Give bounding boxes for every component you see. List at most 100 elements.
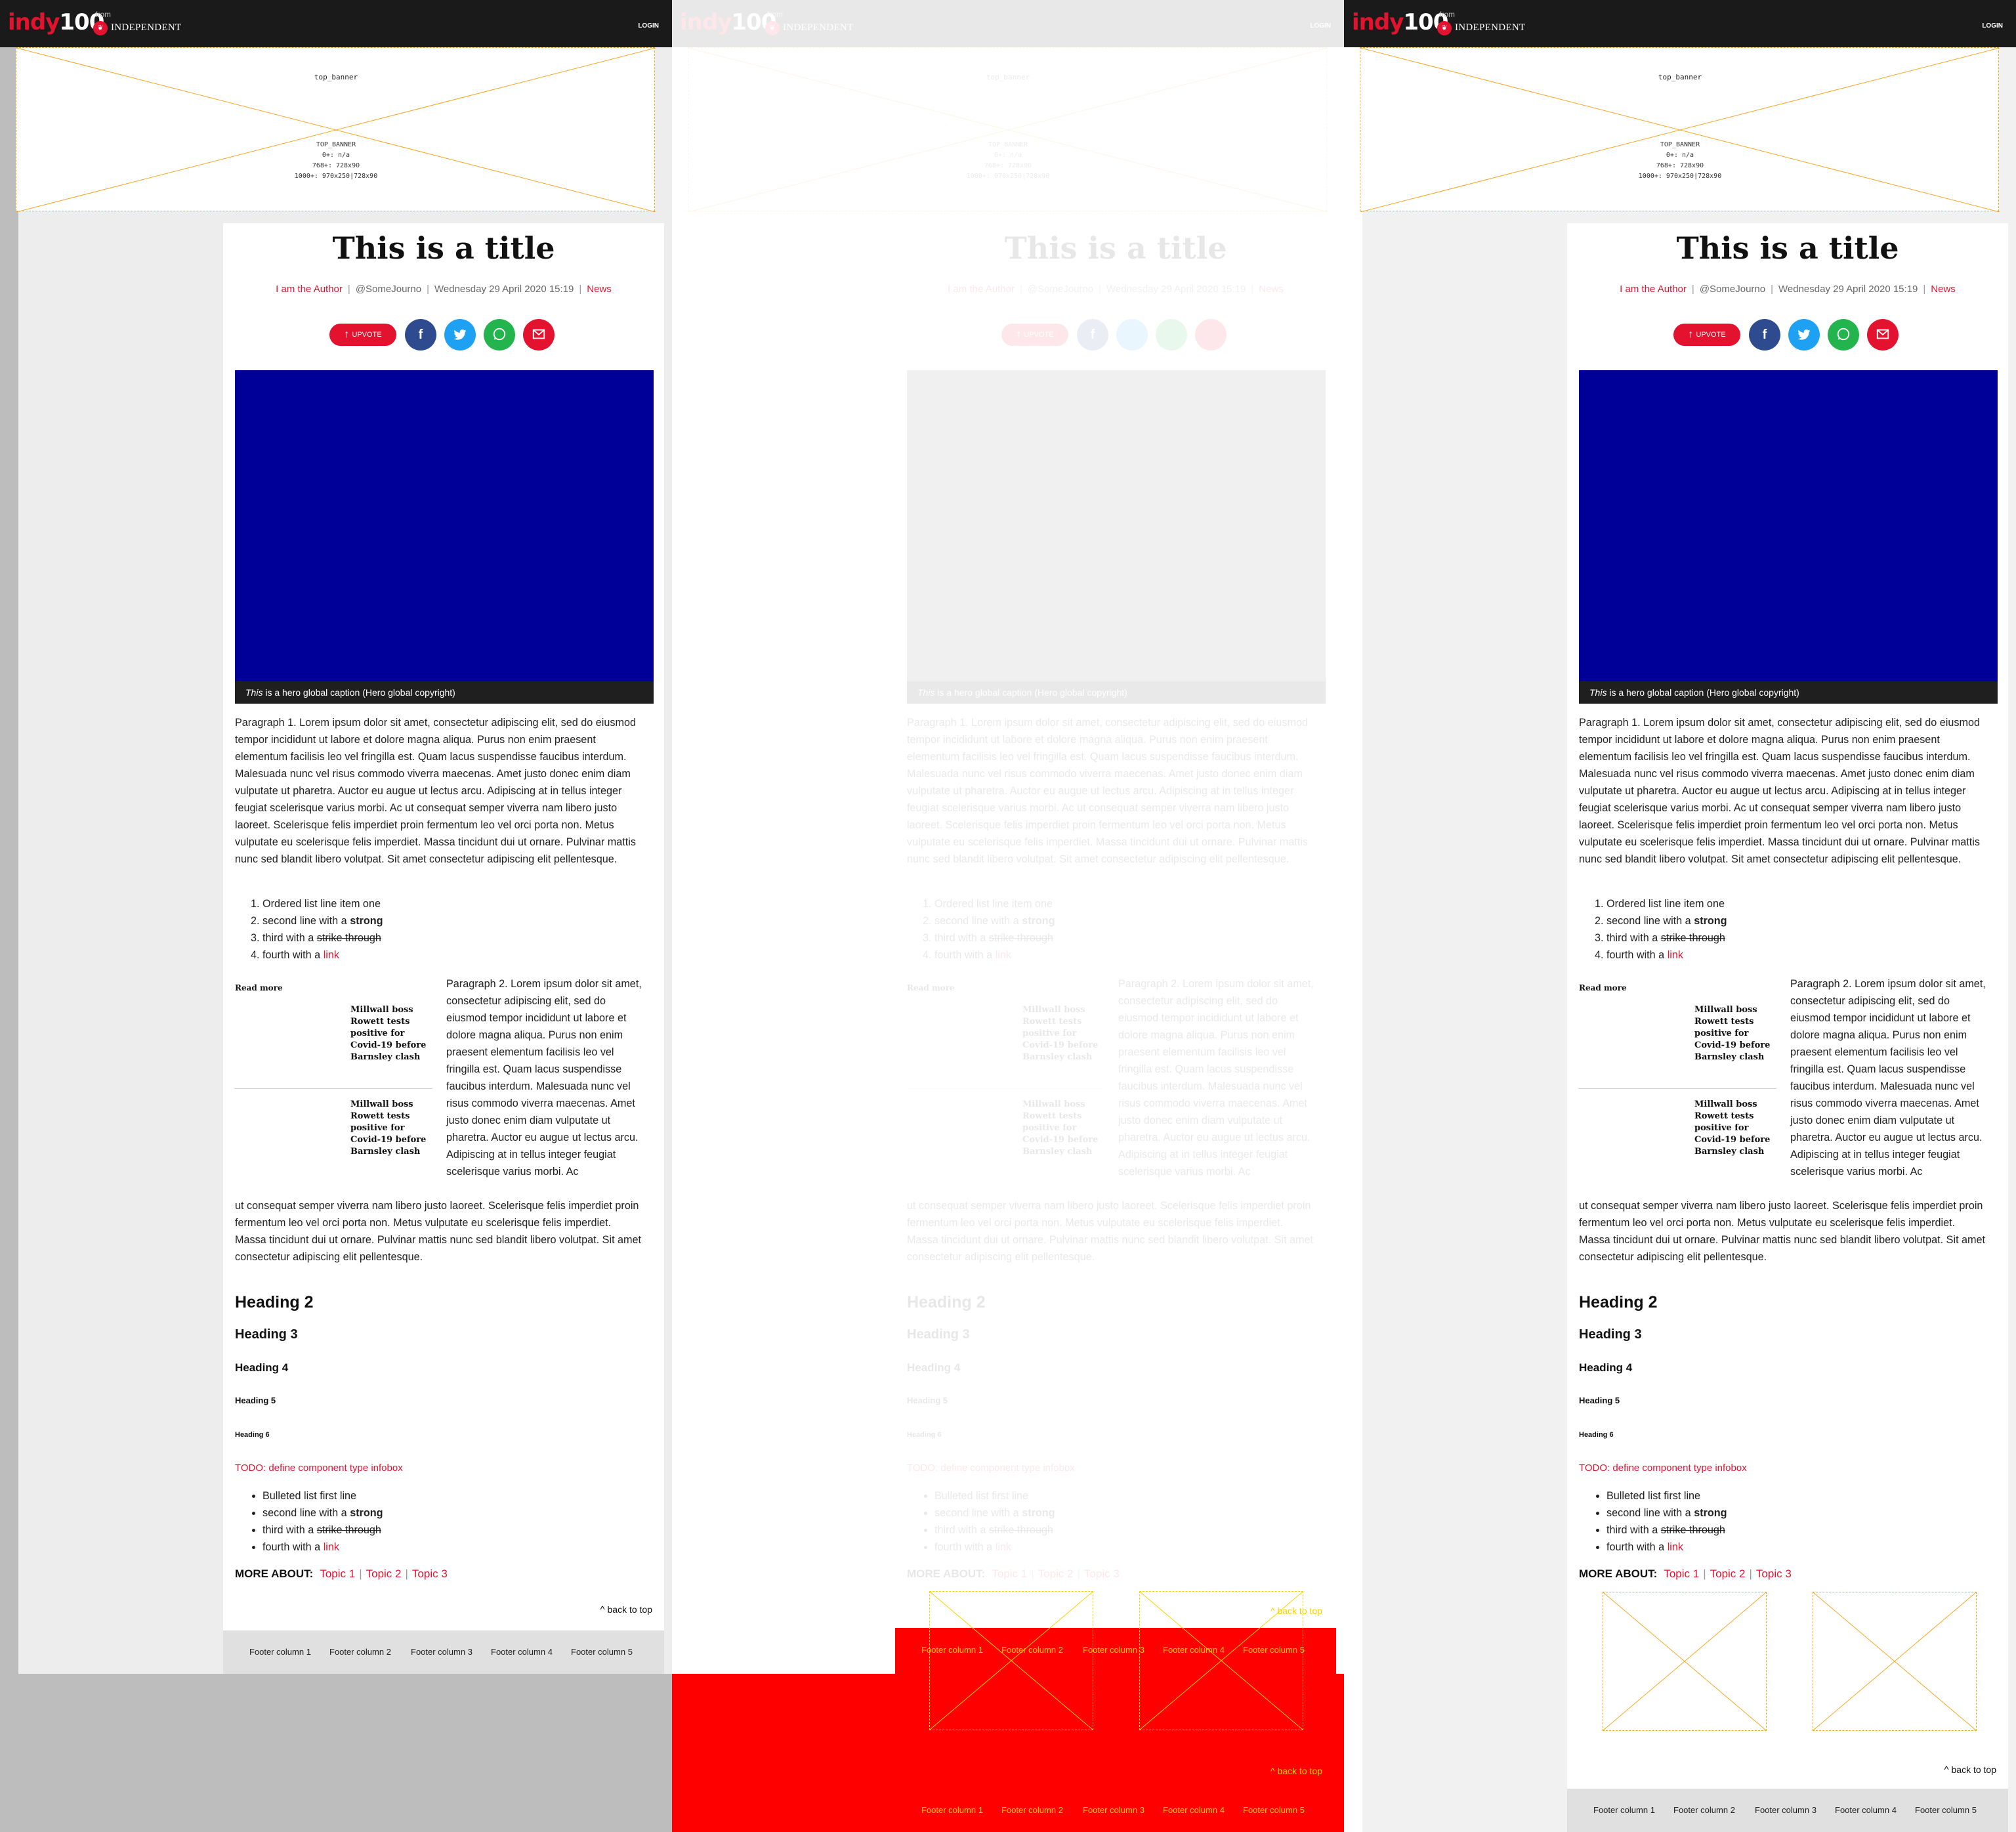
list-item: Ordered list line item one <box>1606 895 1986 912</box>
read-more-headline: Millwall boss Rowett tests positive for … <box>350 1099 427 1157</box>
whatsapp-icon[interactable] <box>484 319 515 351</box>
indy100-logo[interactable]: indy100 <box>8 9 104 35</box>
footer-column-3[interactable]: Footer column 3 <box>1755 1789 1816 1832</box>
footer-column-4[interactable]: Footer column 4 <box>1163 1805 1225 1815</box>
divider <box>235 1088 432 1089</box>
email-icon[interactable] <box>523 319 555 351</box>
article-title: This is a title <box>1676 230 1899 266</box>
topic-link-1[interactable]: Topic 1 <box>1664 1567 1699 1580</box>
upvote-button[interactable]: ↑UPVOTE <box>329 324 396 346</box>
list-item-text: third with a <box>1606 1524 1661 1536</box>
back-to-top-link[interactable]: ^ back to top <box>600 1604 652 1615</box>
footer-column-1[interactable]: Footer column 1 <box>921 1645 983 1655</box>
hero-caption: This is a hero global caption (Hero glob… <box>235 681 654 704</box>
email-icon[interactable] <box>1867 319 1899 351</box>
read-more-item[interactable]: Millwall boss Rowett tests positive for … <box>235 1004 432 1083</box>
footer-column-2[interactable]: Footer column 2 <box>1001 1645 1063 1655</box>
strikethrough-text: strike through <box>1660 932 1725 944</box>
topic-link-2[interactable]: Topic 2 <box>366 1567 402 1580</box>
more-about: MORE ABOUT:Topic 1|Topic 2|Topic 3 <box>1579 1567 1792 1581</box>
logo-text: indy <box>8 9 60 35</box>
section-link[interactable]: News <box>1931 284 1956 295</box>
upvote-button[interactable]: ↑UPVOTE <box>1673 324 1740 346</box>
byline-separator: | <box>347 284 350 295</box>
facebook-icon[interactable]: f <box>405 319 436 351</box>
list-item: fourth with a link <box>1606 1539 1986 1556</box>
footer-column-5[interactable]: Footer column 5 <box>1243 1805 1305 1815</box>
read-more-item[interactable]: Millwall boss Rowett tests positive for … <box>1579 1004 1776 1083</box>
topic-link-3[interactable]: Topic 3 <box>1756 1567 1792 1580</box>
author-handle[interactable]: @SomeJourno <box>356 284 421 295</box>
topic-link-1[interactable]: Topic 1 <box>320 1567 355 1580</box>
list-item-text: third with a <box>262 1524 317 1536</box>
footer-column-4[interactable]: Footer column 4 <box>1835 1789 1897 1832</box>
login-link[interactable]: LOGIN <box>1982 22 2003 30</box>
footer-column-5[interactable]: Footer column 5 <box>571 1630 633 1674</box>
list-item: third with a strike through <box>1606 1522 1986 1539</box>
ad-placeholder <box>1603 1592 1767 1731</box>
comparison-stage: indy100 from ❦ INDEPENDENT LOGIN top_ban… <box>0 0 2016 1832</box>
author-handle[interactable]: @SomeJourno <box>1700 284 1765 295</box>
back-to-top-link[interactable]: ^ back to top <box>1270 1766 1322 1776</box>
ad-size-info: TOP_BANNER 0+: n/a 768+: 728x90 1000+: 9… <box>16 140 656 182</box>
page: indy100 from ❦ INDEPENDENT LOGIN top_ban… <box>0 0 672 1832</box>
chevron-up-icon: ^ <box>1270 1766 1278 1776</box>
footer-column-3[interactable]: Footer column 3 <box>411 1630 472 1674</box>
footer-column-2[interactable]: Footer column 2 <box>329 1630 391 1674</box>
section-link[interactable]: News <box>587 284 612 295</box>
back-to-top-label: back to top <box>1277 1766 1322 1776</box>
inline-link[interactable]: link <box>324 949 339 961</box>
topic-separator: | <box>359 1567 362 1580</box>
back-to-top-link[interactable]: ^ back to top <box>1270 1606 1322 1616</box>
login-link[interactable]: LOGIN <box>638 22 659 30</box>
topic-link-2[interactable]: Topic 2 <box>1710 1567 1746 1580</box>
article-title: This is a title <box>332 230 555 266</box>
topic-link-3[interactable]: Topic 3 <box>412 1567 448 1580</box>
ad-slot-name: top_banner <box>314 73 358 81</box>
indy100-logo[interactable]: indy100 <box>1352 9 1448 35</box>
inline-link[interactable]: link <box>1668 1541 1683 1553</box>
inline-link[interactable]: link <box>324 1541 339 1553</box>
list-item: fourth with a link <box>262 947 642 964</box>
footer-column-3[interactable]: Footer column 3 <box>1083 1805 1144 1815</box>
read-more-item[interactable]: Millwall boss Rowett tests positive for … <box>1579 1099 1776 1178</box>
independent-eagle-icon: ❦ <box>1437 21 1452 35</box>
footer-column-1[interactable]: Footer column 1 <box>921 1805 983 1815</box>
list-item: Bulleted list first line <box>262 1487 642 1504</box>
ad-info-line: 768+: 728x90 <box>1656 162 1704 169</box>
footer-column-4[interactable]: Footer column 4 <box>1163 1645 1225 1655</box>
author-link[interactable]: I am the Author <box>276 284 343 295</box>
strong-text: strong <box>1694 1507 1727 1519</box>
read-more-box: Read more Millwall boss Rowett tests pos… <box>1579 983 1776 1157</box>
footer-column-4[interactable]: Footer column 4 <box>491 1630 553 1674</box>
author-link[interactable]: I am the Author <box>1620 284 1687 295</box>
panel-current: indy100 from ❦ INDEPENDENT LOGIN top_ban… <box>1344 0 2016 1832</box>
byline: I am the Author | @SomeJourno | Wednesday 29… <box>1567 284 2008 295</box>
site-footer: Footer column 1 Footer column 2 Footer c… <box>223 1630 664 1674</box>
footer-column-5[interactable]: Footer column 5 <box>1915 1789 1977 1832</box>
more-about: MORE ABOUT:Topic 1|Topic 2|Topic 3 <box>235 1567 448 1581</box>
twitter-icon[interactable] <box>1788 319 1820 351</box>
footer-column-1[interactable]: Footer column 1 <box>249 1630 311 1674</box>
footer-column-5[interactable]: Footer column 5 <box>1243 1645 1305 1655</box>
inline-link[interactable]: link <box>1668 949 1683 961</box>
ordered-list: Ordered list line item one second line w… <box>1579 895 1986 964</box>
heading-4: Heading 4 <box>235 1361 289 1374</box>
back-to-top-link[interactable]: ^ back to top <box>1944 1764 1996 1776</box>
twitter-icon[interactable] <box>444 319 476 351</box>
byline-separator: | <box>427 284 429 295</box>
bulleted-list: Bulleted list first line second line wit… <box>1579 1487 1986 1556</box>
byline-separator: | <box>1771 284 1773 295</box>
footer-column-2[interactable]: Footer column 2 <box>1673 1789 1735 1832</box>
footer-column-1[interactable]: Footer column 1 <box>1593 1789 1655 1832</box>
facebook-icon[interactable]: f <box>1749 319 1780 351</box>
caption-emphasis: This <box>1589 687 1607 698</box>
footer-column-2[interactable]: Footer column 2 <box>1001 1805 1063 1815</box>
ad-info-line: TOP_BANNER <box>316 141 356 148</box>
footer-column-3[interactable]: Footer column 3 <box>1083 1645 1144 1655</box>
ordered-list: Ordered list line item one second line w… <box>235 895 642 964</box>
page: indy100 from ❦ INDEPENDENT LOGIN top_ban… <box>1344 0 2016 1832</box>
whatsapp-icon[interactable] <box>1828 319 1859 351</box>
list-item: second line with a strong <box>1606 912 1986 929</box>
read-more-item[interactable]: Millwall boss Rowett tests positive for … <box>235 1099 432 1178</box>
